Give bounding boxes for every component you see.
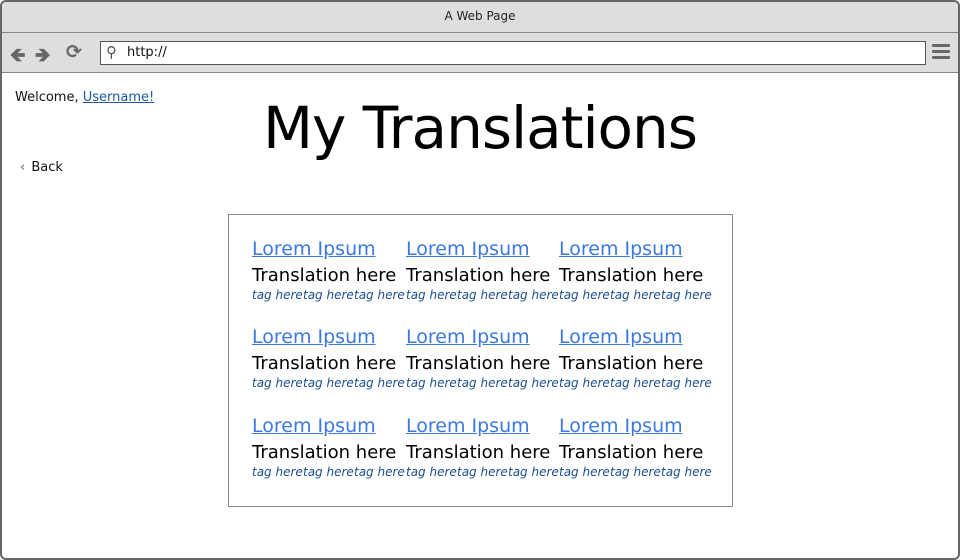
tag[interactable]: tag here xyxy=(303,288,354,302)
translation-title-link[interactable]: Lorem Ipsum xyxy=(406,415,560,437)
translation-text: Translation here xyxy=(252,442,397,463)
tag-list: tag heretag heretag here xyxy=(252,376,406,390)
tag[interactable]: tag here xyxy=(610,465,661,479)
url-text: http:// xyxy=(127,45,167,60)
translation-title-link[interactable]: Lorem Ipsum xyxy=(406,238,560,260)
tag[interactable]: tag here xyxy=(610,288,661,302)
tag[interactable]: tag here xyxy=(354,288,405,302)
translation-title-link[interactable]: Lorem Ipsum xyxy=(559,238,713,260)
reload-icon[interactable]: ⟳ xyxy=(66,41,82,63)
translation-item: Lorem Ipsum Translation here tag heretag h… xyxy=(559,238,713,302)
translation-title-link[interactable]: Lorem Ipsum xyxy=(252,326,406,348)
tag[interactable]: tag here xyxy=(406,288,457,302)
tag-list: tag heretag heretag here xyxy=(406,288,560,302)
tag[interactable]: tag here xyxy=(406,376,457,390)
page-title: My Translations xyxy=(262,94,698,162)
translation-title-link[interactable]: Lorem Ipsum xyxy=(559,415,713,437)
address-bar[interactable]: ⚲ http:// xyxy=(100,41,926,65)
tag[interactable]: tag here xyxy=(303,465,354,479)
tag[interactable]: tag here xyxy=(559,465,610,479)
chevron-left-icon: ‹ xyxy=(20,160,26,175)
translation-item: Lorem Ipsum Translation here tag heretag h… xyxy=(406,415,560,479)
window-title: A Web Page xyxy=(2,2,958,33)
tag[interactable]: tag here xyxy=(661,288,712,302)
translation-title-link[interactable]: Lorem Ipsum xyxy=(252,415,406,437)
tag[interactable]: tag here xyxy=(354,465,405,479)
translation-item: Lorem Ipsum Translation here tag heretag h… xyxy=(559,415,713,479)
tag[interactable]: tag here xyxy=(354,376,405,390)
tag-list: tag heretag heretag here xyxy=(406,376,560,390)
tag-list: tag heretag heretag here xyxy=(559,376,713,390)
translation-text: Translation here xyxy=(406,353,551,374)
translation-text: Translation here xyxy=(406,442,551,463)
translation-item: Lorem Ipsum Translation here tag heretag h… xyxy=(559,326,713,390)
tag[interactable]: tag here xyxy=(252,465,303,479)
translation-text: Translation here xyxy=(559,353,704,374)
translation-title-link[interactable]: Lorem Ipsum xyxy=(559,326,713,348)
translations-panel: Lorem Ipsum Translation here tag heretag h… xyxy=(228,214,733,507)
tag-list: tag heretag heretag here xyxy=(559,465,713,479)
tag[interactable]: tag here xyxy=(610,376,661,390)
tag[interactable]: tag here xyxy=(252,288,303,302)
tag[interactable]: tag here xyxy=(457,288,508,302)
back-link[interactable]: ‹ Back xyxy=(20,160,63,175)
translation-title-link[interactable]: Lorem Ipsum xyxy=(406,326,560,348)
translation-text: Translation here xyxy=(559,265,704,286)
back-label: Back xyxy=(31,160,63,175)
translation-item: Lorem Ipsum Translation here tag heretag h… xyxy=(252,238,406,302)
translation-item: Lorem Ipsum Translation here tag heretag h… xyxy=(252,415,406,479)
translation-text: Translation here xyxy=(252,353,397,374)
tag[interactable]: tag here xyxy=(457,376,508,390)
translation-item: Lorem Ipsum Translation here tag heretag h… xyxy=(406,326,560,390)
tag-list: tag heretag heretag here xyxy=(252,288,406,302)
browser-toolbar: 🡸 🡺 ⟳ ⚲ http:// xyxy=(2,33,958,73)
search-icon: ⚲ xyxy=(106,43,117,61)
tag[interactable]: tag here xyxy=(252,376,303,390)
translation-text: Translation here xyxy=(559,442,704,463)
tag[interactable]: tag here xyxy=(508,465,559,479)
translation-text: Translation here xyxy=(406,265,551,286)
tag[interactable]: tag here xyxy=(508,376,559,390)
translation-item: Lorem Ipsum Translation here tag heretag h… xyxy=(406,238,560,302)
tag[interactable]: tag here xyxy=(303,376,354,390)
forward-arrow-icon[interactable]: 🡺 xyxy=(35,41,50,73)
tag-list: tag heretag heretag here xyxy=(406,465,560,479)
tag[interactable]: tag here xyxy=(508,288,559,302)
translation-title-link[interactable]: Lorem Ipsum xyxy=(252,238,406,260)
tag-list: tag heretag heretag here xyxy=(252,465,406,479)
tag[interactable]: tag here xyxy=(661,465,712,479)
translation-text: Translation here xyxy=(252,265,397,286)
back-arrow-icon[interactable]: 🡸 xyxy=(10,41,25,73)
tag[interactable]: tag here xyxy=(406,465,457,479)
tag-list: tag heretag heretag here xyxy=(559,288,713,302)
tag[interactable]: tag here xyxy=(559,288,610,302)
translation-item: Lorem Ipsum Translation here tag heretag h… xyxy=(252,326,406,390)
hamburger-menu-icon[interactable] xyxy=(932,44,950,62)
tag[interactable]: tag here xyxy=(559,376,610,390)
tag[interactable]: tag here xyxy=(661,376,712,390)
tag[interactable]: tag here xyxy=(457,465,508,479)
